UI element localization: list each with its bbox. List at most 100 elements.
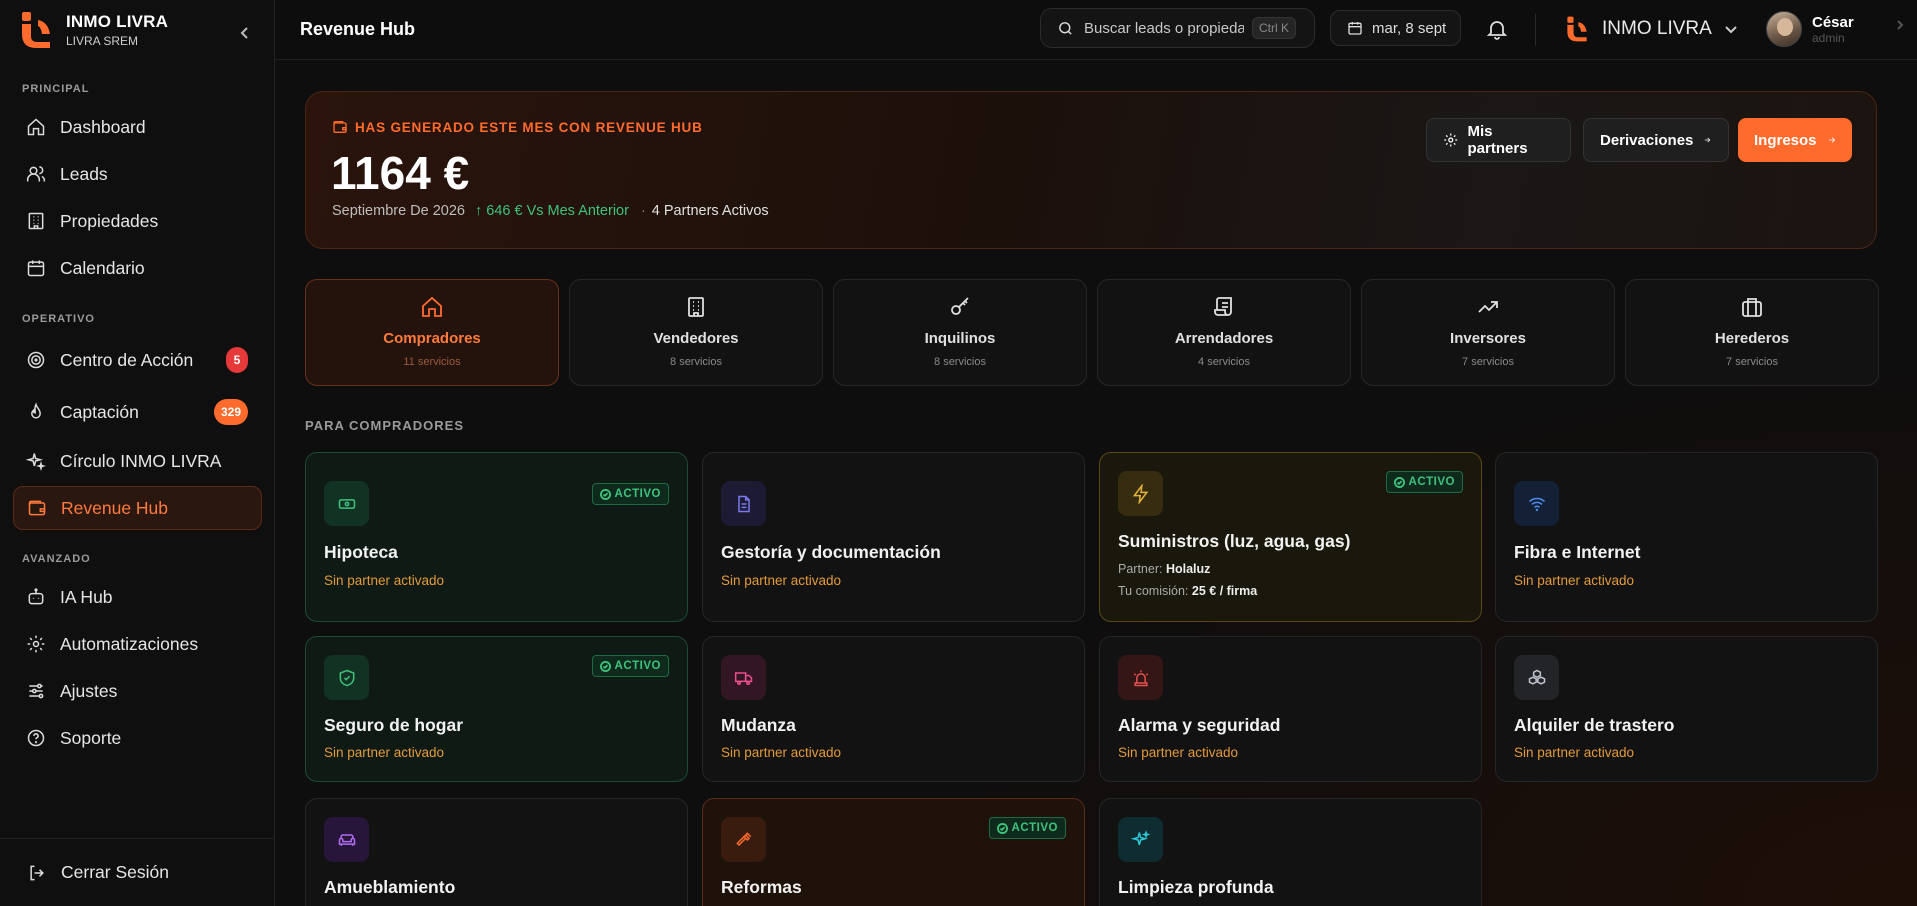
sidebar-item-revenue-hub[interactable]: Revenue Hub xyxy=(13,486,262,530)
tab-count: 4 servicios xyxy=(1198,356,1250,368)
sidebar-item-label: Dashboard xyxy=(60,116,146,137)
service-card-amueblamiento[interactable]: Amueblamiento xyxy=(305,798,688,906)
section-label-principal: PRINCIPAL xyxy=(22,83,90,95)
service-card-alarma[interactable]: Alarma y seguridad Sin partner activado xyxy=(1099,636,1482,782)
sidebar-item-circulo[interactable]: Círculo INMO LIVRA xyxy=(13,439,262,483)
app: INMO LIVRA LIVRA SREM PRINCIPAL Dashboar… xyxy=(0,0,1917,906)
service-title: Amueblamiento xyxy=(324,877,456,897)
search-input[interactable] xyxy=(1084,19,1244,37)
target-icon xyxy=(27,351,45,369)
icon-wrap xyxy=(1118,471,1163,516)
commission-value: 25 € / firma xyxy=(1191,584,1258,598)
icon-wrap xyxy=(324,655,369,700)
scroll-icon xyxy=(1214,297,1232,316)
service-title: Fibra e Internet xyxy=(1514,542,1641,562)
avatar xyxy=(1766,11,1802,47)
sidebar-item-soporte[interactable]: Soporte xyxy=(13,716,262,760)
service-title: Reformas xyxy=(721,877,802,897)
tab-arrendadores[interactable]: Arrendadores 4 servicios xyxy=(1097,279,1351,386)
icon-wrap xyxy=(721,481,766,526)
service-card-seguro-hogar[interactable]: ACTIVO Seguro de hogar Sin partner activ… xyxy=(305,636,688,782)
search-box[interactable]: Ctrl K xyxy=(1040,8,1315,48)
users-icon xyxy=(26,166,46,182)
gear-icon xyxy=(1444,133,1458,147)
button-label: Derivaciones xyxy=(1600,131,1694,149)
sidebar-item-ajustes[interactable]: Ajustes xyxy=(13,669,262,713)
sofa-icon xyxy=(338,833,355,846)
sidebar-item-propiedades[interactable]: Propiedades xyxy=(13,199,262,243)
home-icon xyxy=(422,296,442,317)
service-card-limpieza[interactable]: Limpieza profunda xyxy=(1099,798,1482,906)
tab-compradores[interactable]: Compradores 11 servicios xyxy=(305,279,559,386)
service-title: Mudanza xyxy=(721,715,796,735)
tab-vendedores[interactable]: Vendedores 8 servicios xyxy=(569,279,823,386)
status-badge: ACTIVO xyxy=(591,483,669,505)
collapse-sidebar-icon[interactable] xyxy=(238,26,252,40)
sidebar-item-automatizaciones[interactable]: Automatizaciones xyxy=(13,622,262,666)
user-menu[interactable]: César admin xyxy=(1766,11,1906,47)
icon-wrap xyxy=(324,481,369,526)
sidebar-item-label: Centro de Acción xyxy=(60,349,194,370)
hammer-icon xyxy=(735,831,751,846)
service-status: Sin partner activado xyxy=(324,573,445,588)
service-title: Limpieza profunda xyxy=(1118,877,1274,897)
sidebar-item-captacion[interactable]: Captación 329 xyxy=(13,390,262,434)
tab-count: 8 servicios xyxy=(670,356,722,368)
chevron-right-icon xyxy=(1896,20,1904,30)
service-card-reformas[interactable]: ACTIVO Reformas xyxy=(702,798,1085,906)
status-label: ACTIVO xyxy=(614,488,661,500)
ingresos-button[interactable]: Ingresos xyxy=(1738,118,1852,162)
logout-button[interactable]: Cerrar Sesión xyxy=(0,838,274,906)
service-card-hipoteca[interactable]: ACTIVO Hipoteca Sin partner activado xyxy=(305,452,688,622)
derivaciones-button[interactable]: Derivaciones xyxy=(1583,118,1729,162)
sidebar-item-calendario[interactable]: Calendario xyxy=(13,246,262,290)
boxes-icon xyxy=(1528,669,1545,685)
tab-count: 11 servicios xyxy=(403,356,461,368)
service-title: Alarma y seguridad xyxy=(1118,715,1281,735)
tab-inquilinos[interactable]: Inquilinos 8 servicios xyxy=(833,279,1087,386)
banknote-icon xyxy=(338,498,355,509)
sidebar-item-label: Revenue Hub xyxy=(61,497,169,518)
service-card-trastero[interactable]: Alquiler de trastero Sin partner activad… xyxy=(1495,636,1878,782)
brand[interactable]: INMO LIVRA LIVRA SREM xyxy=(0,0,274,60)
sidebar-item-leads[interactable]: Leads xyxy=(13,152,262,196)
sidebar-item-ia-hub[interactable]: IA Hub xyxy=(13,575,262,619)
service-card-gestoria[interactable]: Gestoría y documentación Sin partner act… xyxy=(702,452,1085,622)
file-text-icon xyxy=(737,495,750,512)
flame-icon xyxy=(31,402,41,419)
service-card-suministros[interactable]: ACTIVO Suministros (luz, agua, gas) Part… xyxy=(1099,452,1482,622)
button-label: Ingresos xyxy=(1754,131,1817,149)
status-label: ACTIVO xyxy=(1011,822,1058,834)
sidebar-item-dashboard[interactable]: Dashboard xyxy=(13,105,262,149)
sidebar-item-label: Automatizaciones xyxy=(60,633,199,654)
brand-subtitle: LIVRA SREM xyxy=(66,34,139,48)
status-badge: ACTIVO xyxy=(988,817,1066,839)
search-icon xyxy=(1059,21,1072,35)
date-picker[interactable]: mar, 8 sept xyxy=(1330,10,1461,46)
sidebar-item-label: Soporte xyxy=(60,727,122,748)
tab-inversores[interactable]: Inversores 7 servicios xyxy=(1361,279,1615,386)
mis-partners-button[interactable]: Mis partners xyxy=(1426,118,1571,162)
service-status: Sin partner activado xyxy=(324,745,445,760)
sparkles-icon xyxy=(26,453,46,471)
tab-herederos[interactable]: Herederos 7 servicios xyxy=(1625,279,1879,386)
period: Septiembre De 2026 xyxy=(332,203,465,219)
key-icon xyxy=(951,297,969,315)
service-card-mudanza[interactable]: Mudanza Sin partner activado xyxy=(702,636,1085,782)
check-circle-icon xyxy=(599,660,611,672)
sliders-icon xyxy=(29,683,44,699)
notifications-button[interactable] xyxy=(1485,17,1509,41)
service-card-fibra[interactable]: Fibra e Internet Sin partner activado xyxy=(1495,452,1878,622)
delta-vs-previous: ↑ 646 € Vs Mes Anterior xyxy=(475,203,629,219)
sparkles-icon xyxy=(1130,829,1150,845)
active-partners: 4 Partners Activos xyxy=(651,203,769,219)
org-switcher[interactable]: INMO LIVRA xyxy=(1566,14,1738,44)
sidebar: INMO LIVRA LIVRA SREM PRINCIPAL Dashboar… xyxy=(0,0,275,906)
summary-label-text: HAS GENERADO ESTE MES CON REVENUE HUB xyxy=(355,119,703,135)
service-title: Suministros (luz, agua, gas) xyxy=(1118,531,1351,551)
home-icon xyxy=(27,118,45,136)
tab-title: Herederos xyxy=(1714,330,1790,347)
sidebar-item-centro-de-accion[interactable]: Centro de Acción 5 xyxy=(13,338,262,382)
service-title: Gestoría y documentación xyxy=(721,542,941,562)
main-content: Revenue Hub Ctrl K mar, 8 sept xyxy=(275,0,1917,906)
